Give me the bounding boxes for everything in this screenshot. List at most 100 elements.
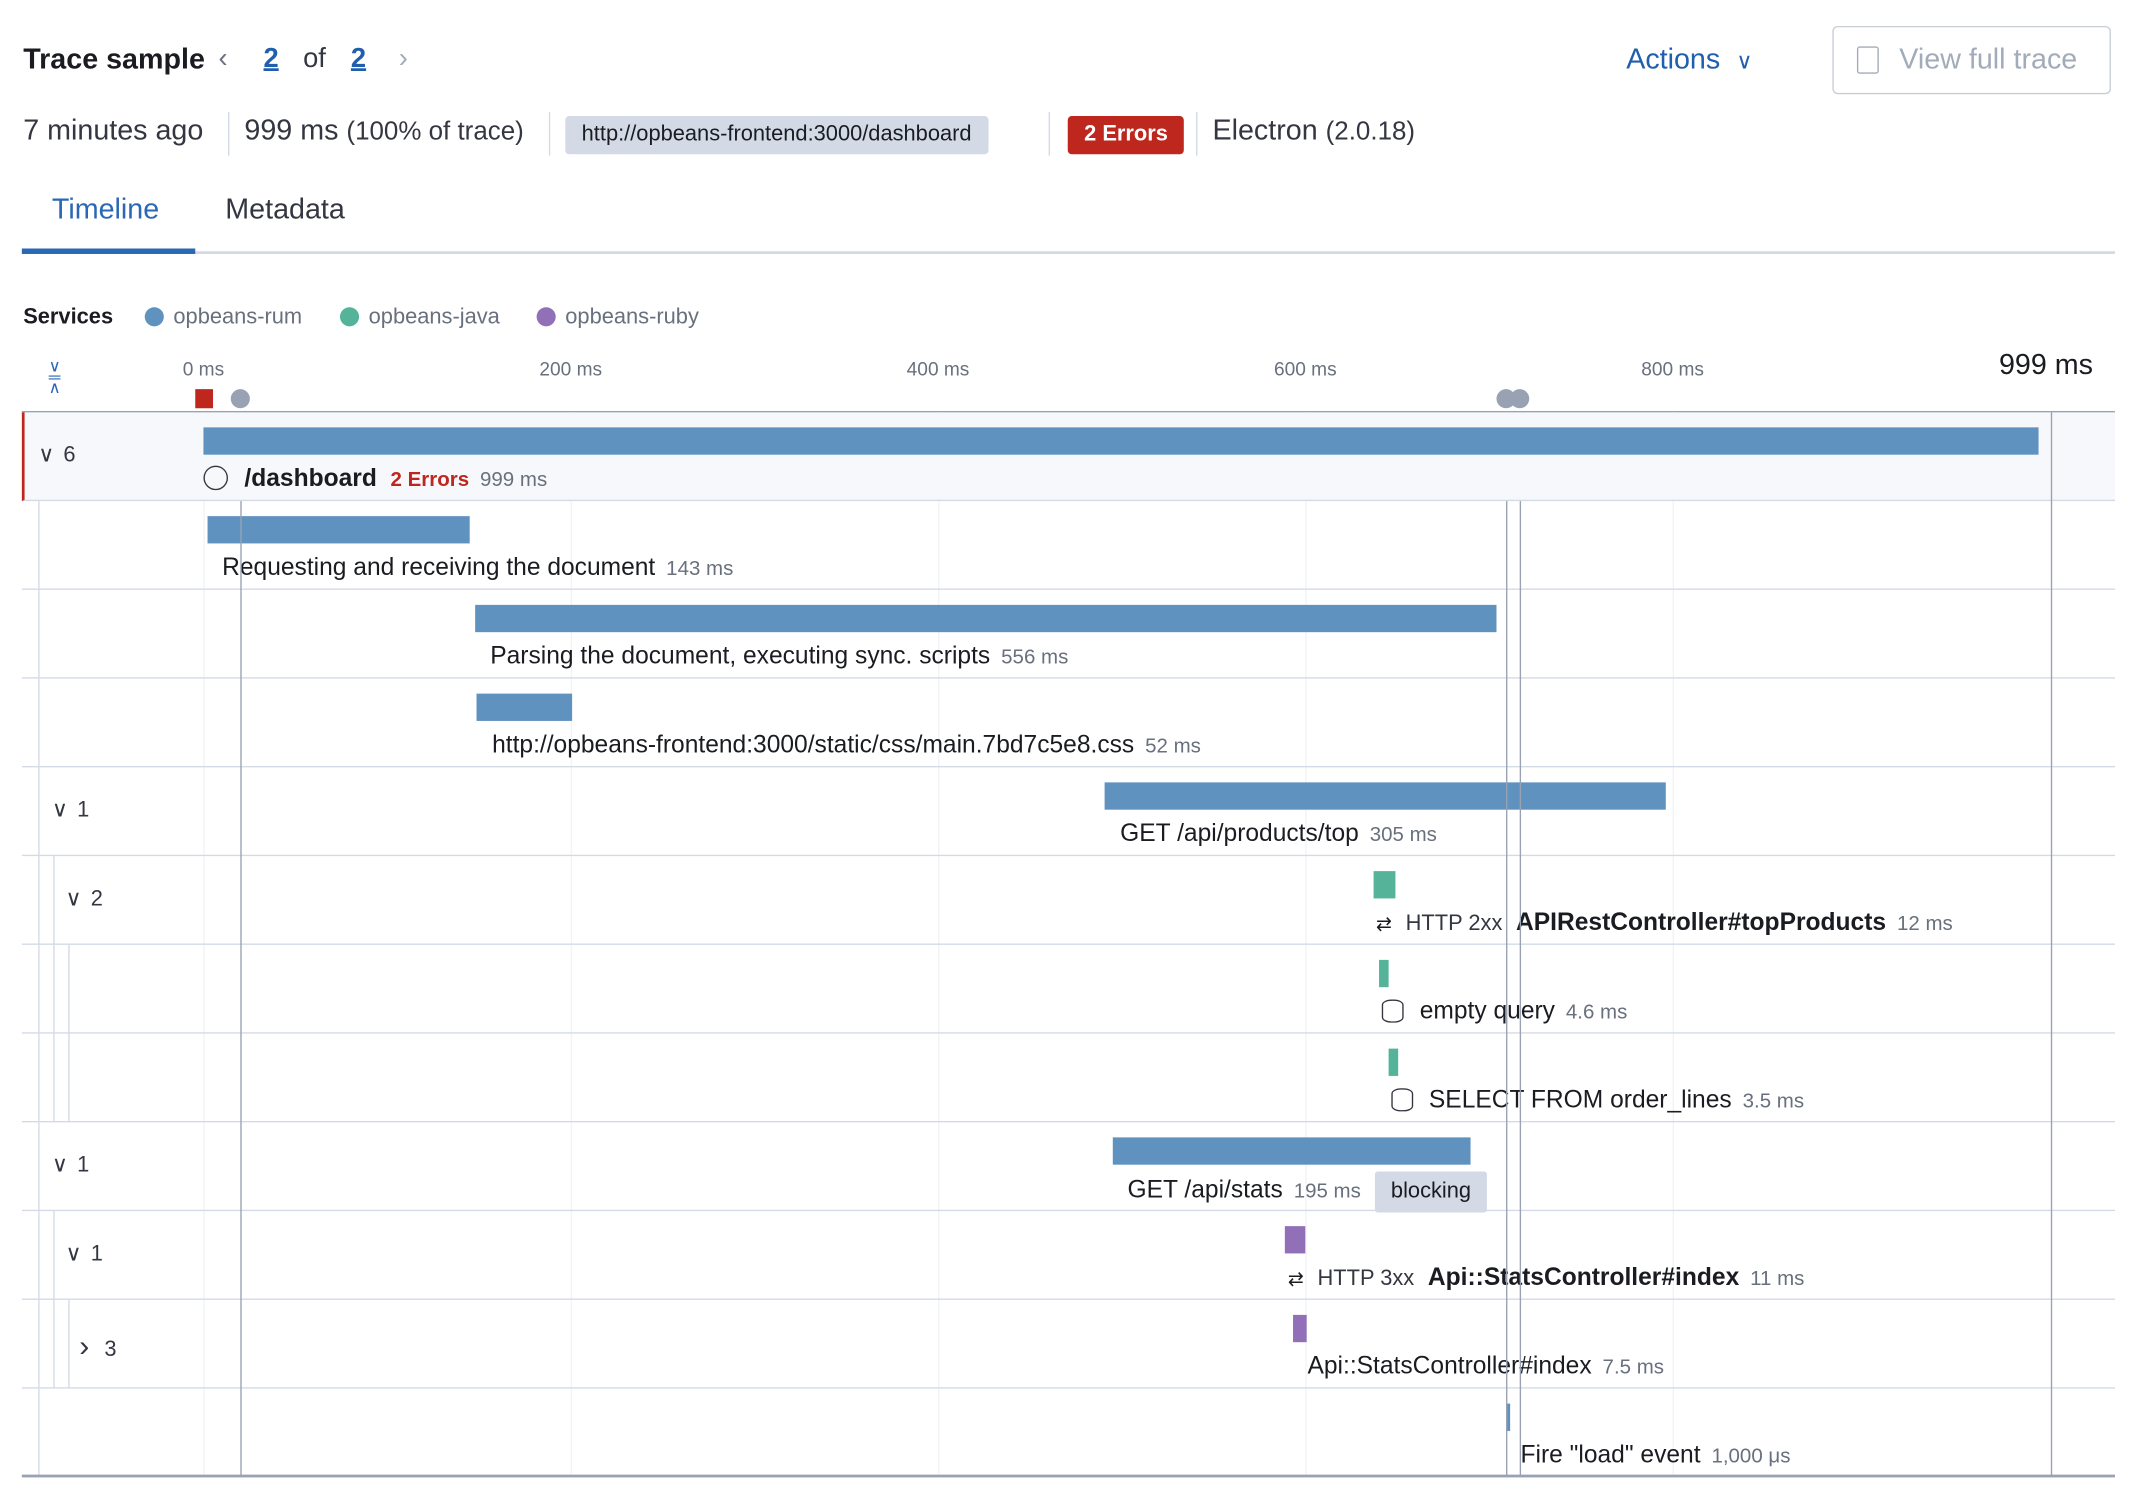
span-duration: 556 ms (1001, 645, 1069, 670)
span-duration: 4.6 ms (1565, 1000, 1628, 1025)
span-bar[interactable] (477, 693, 573, 721)
span-name: GET /api/stats (1127, 1175, 1283, 1203)
database-icon (1390, 1088, 1413, 1112)
indent-guide (38, 589, 40, 679)
span-label[interactable]: SELECT FROM order_lines 3.5 ms (1388, 1083, 1804, 1119)
span-bar[interactable] (1373, 871, 1396, 899)
url-badge[interactable]: http://opbeans-frontend:3000/dashboard (565, 116, 988, 155)
span-label[interactable]: empty query 4.6 ms (1379, 994, 1628, 1030)
axis-end-label: 999 ms (1998, 349, 2093, 381)
span-label[interactable]: GET /api/products/top 305 ms (1120, 817, 1437, 853)
trace-end-line (2050, 412, 2053, 1478)
span-duration: 305 ms (1369, 823, 1437, 847)
span-bar[interactable] (1285, 1226, 1306, 1254)
child-count: 1 (77, 798, 90, 822)
indent-guide (38, 1122, 40, 1212)
tabs-divider (21, 251, 2116, 254)
agent-mark-line (240, 501, 242, 1478)
span-bar[interactable] (207, 516, 470, 544)
divider (1196, 111, 1198, 156)
span-label[interactable]: Parsing the document, executing sync. sc… (490, 639, 1068, 675)
expand-toggle[interactable]: ∨ 6 (38, 441, 75, 468)
legend-label: opbeans-ruby (565, 305, 699, 330)
expand-toggle[interactable]: ∨ 1 (66, 1240, 103, 1267)
timeline-row[interactable] (21, 590, 2116, 679)
current-sample-link[interactable]: 2 (264, 44, 279, 75)
actions-label: Actions (1626, 43, 1721, 76)
total-samples-link[interactable]: 2 (351, 44, 366, 75)
span-bar[interactable] (1105, 782, 1666, 810)
span-duration: 3.5 ms (1742, 1089, 1805, 1113)
timeline-row[interactable] (21, 1122, 2116, 1212)
span-name: Api::StatsController#index (1427, 1262, 1740, 1291)
document-icon (1856, 46, 1879, 74)
span-label[interactable]: Fire "load" event 1,000 μs (1521, 1438, 1791, 1474)
timeline-row[interactable] (21, 1389, 2116, 1478)
http-status: HTTP 3xx (1317, 1267, 1415, 1291)
span-name: Requesting and receiving the document (222, 552, 656, 581)
blocking-badge: blocking (1374, 1171, 1488, 1213)
span-bar[interactable] (475, 604, 1497, 633)
indent-guide (68, 1299, 70, 1389)
span-label[interactable]: /dashboard 2 Errors 999 ms (203, 462, 547, 498)
timeline-row[interactable] (21, 1300, 2116, 1389)
span-bar[interactable] (1112, 1137, 1471, 1165)
expand-toggle[interactable]: ∨ 1 (52, 1151, 89, 1178)
service-color-dot (339, 307, 360, 327)
duration-value: 999 ms (244, 114, 339, 147)
exit-span-icon: ⇄ (1375, 912, 1393, 934)
axis-tick-label: 600 ms (1273, 357, 1337, 380)
span-duration: 7.5 ms (1602, 1355, 1665, 1380)
divider (228, 111, 230, 156)
agent-mark[interactable] (230, 389, 250, 409)
indent-guide (38, 1388, 40, 1478)
span-label[interactable]: http://opbeans-frontend:3000/static/css/… (492, 728, 1201, 764)
database-icon (1381, 999, 1404, 1023)
indent-guide (38, 1299, 40, 1389)
chevron-right-icon: › (79, 1328, 90, 1363)
agent-mark[interactable] (1510, 389, 1530, 409)
span-label[interactable]: Api::StatsController#index 7.5 ms (1307, 1349, 1664, 1385)
span-label[interactable]: ⇄ HTTP 3xx Api::StatsController#index 11 ms (1285, 1260, 1805, 1296)
expand-toggle[interactable]: ∨ 1 (52, 796, 89, 823)
actions-button[interactable]: Actions ∨ (1626, 44, 1752, 77)
errors-badge[interactable]: 2 Errors (1067, 116, 1185, 155)
indent-guide (53, 1211, 55, 1300)
timeline-row[interactable] (21, 767, 2116, 857)
span-label[interactable]: GET /api/stats 195 ms blocking (1127, 1171, 1488, 1213)
span-label[interactable]: Requesting and receiving the document 143… (222, 550, 733, 586)
timeline-bottom-border (21, 1474, 2116, 1478)
span-bar[interactable] (1387, 1048, 1398, 1076)
indent-guide (38, 767, 40, 857)
page-title: Trace sample (23, 43, 205, 76)
previous-sample-button[interactable]: ‹ (218, 44, 227, 75)
error-marker[interactable] (195, 389, 214, 409)
service-color-dot (144, 307, 164, 327)
indent-guide (38, 501, 40, 590)
collapse-all-icon[interactable]: ∨ ═ ∧ (40, 358, 70, 396)
span-label[interactable]: ⇄ HTTP 2xx APIRestController#topProducts 12… (1373, 905, 1953, 941)
agent-mark-line (1520, 501, 1522, 1478)
trace-duration: 999 ms (100% of trace) (244, 115, 523, 148)
child-count: 6 (63, 443, 76, 467)
child-count: 1 (77, 1153, 90, 1177)
span-name: Fire "load" event (1520, 1440, 1701, 1468)
span-duration: 143 ms (666, 557, 734, 581)
tab-timeline[interactable]: Timeline (52, 194, 159, 227)
indent-guide (53, 856, 55, 945)
divider (548, 111, 551, 156)
tab-metadata[interactable]: Metadata (225, 194, 345, 227)
errors-link[interactable]: 2 Errors (391, 468, 470, 491)
next-sample-button[interactable]: › (399, 44, 408, 75)
expand-toggle[interactable]: ∨ 2 (66, 885, 103, 912)
span-bar[interactable] (203, 427, 2039, 455)
duration-percent: (100% of trace) (346, 117, 524, 147)
span-name: SELECT FROM order_lines (1428, 1085, 1732, 1113)
indent-guide (53, 1299, 55, 1389)
span-bar[interactable] (1378, 959, 1389, 988)
expand-toggle[interactable]: › 3 (79, 1329, 116, 1365)
span-bar[interactable] (1292, 1314, 1307, 1343)
axis-tick-label: 200 ms (539, 357, 603, 380)
view-full-trace-button[interactable]: View full trace (1832, 25, 2111, 95)
timeline-row[interactable] (21, 945, 2116, 1034)
